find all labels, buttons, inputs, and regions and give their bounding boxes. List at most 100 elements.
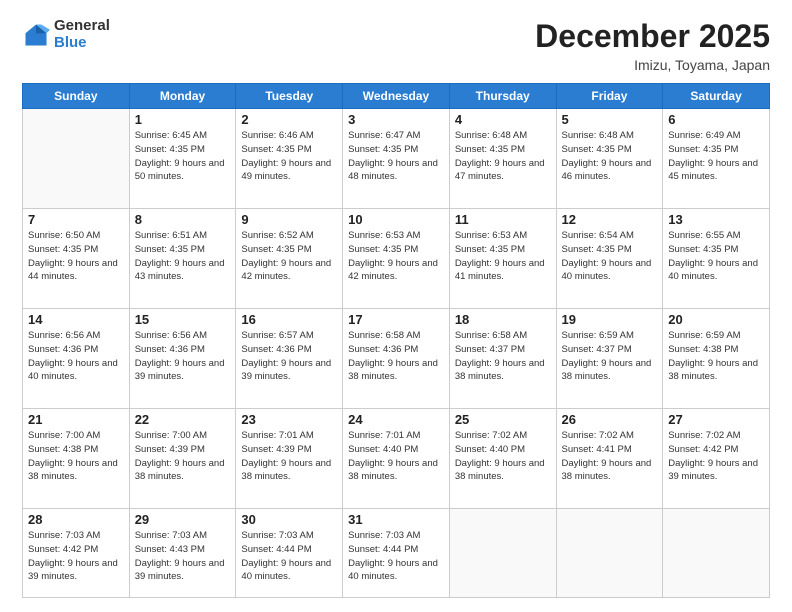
calendar-cell — [23, 109, 130, 209]
calendar-cell: 22 Sunrise: 7:00 AMSunset: 4:39 PMDayligh… — [129, 409, 236, 509]
cell-info: Sunrise: 6:47 AMSunset: 4:35 PMDaylight:… — [348, 129, 444, 184]
cell-info: Sunrise: 6:59 AMSunset: 4:38 PMDaylight:… — [668, 329, 764, 384]
calendar-cell: 21 Sunrise: 7:00 AMSunset: 4:38 PMDayligh… — [23, 409, 130, 509]
day-number: 11 — [455, 212, 551, 227]
calendar-cell: 15Sunrise: 6:56 AMSunset: 4:36 PMDayligh… — [129, 309, 236, 409]
day-number: 7 — [28, 212, 124, 227]
day-number: 4 — [455, 112, 551, 127]
day-number: 2 — [241, 112, 337, 127]
calendar-cell: 25 Sunrise: 7:02 AMSunset: 4:40 PMDayligh… — [449, 409, 556, 509]
calendar-cell: 31 Sunrise: 7:03 AMSunset: 4:44 PMDayligh… — [343, 509, 450, 598]
day-number: 25 — [455, 412, 551, 427]
day-number: 31 — [348, 512, 444, 527]
calendar-table: SundayMondayTuesdayWednesdayThursdayFrid… — [22, 83, 770, 598]
cell-info: Sunrise: 6:53 AMSunset: 4:35 PMDaylight:… — [348, 229, 444, 284]
cell-info: Sunrise: 6:57 AMSunset: 4:36 PMDaylight:… — [241, 329, 337, 384]
calendar-cell: 5 Sunrise: 6:48 AMSunset: 4:35 PMDaylight… — [556, 109, 663, 209]
cell-info: Sunrise: 7:01 AMSunset: 4:39 PMDaylight:… — [241, 429, 337, 484]
cell-info: Sunrise: 6:48 AMSunset: 4:35 PMDaylight:… — [562, 129, 658, 184]
calendar-cell: 20 Sunrise: 6:59 AMSunset: 4:38 PMDayligh… — [663, 309, 770, 409]
cell-info: Sunrise: 7:03 AMSunset: 4:44 PMDaylight:… — [348, 529, 444, 584]
day-number: 22 — [135, 412, 231, 427]
calendar-cell: 27Sunrise: 7:02 AMSunset: 4:42 PMDayligh… — [663, 409, 770, 509]
day-number: 20 — [668, 312, 764, 327]
cell-info: Sunrise: 7:03 AMSunset: 4:42 PMDaylight:… — [28, 529, 124, 584]
calendar-cell: 4Sunrise: 6:48 AMSunset: 4:35 PMDaylight… — [449, 109, 556, 209]
day-number: 23 — [241, 412, 337, 427]
calendar-week-row: 28 Sunrise: 7:03 AMSunset: 4:42 PMDayligh… — [23, 509, 770, 598]
weekday-header: Sunday — [23, 84, 130, 109]
calendar-cell: 9Sunrise: 6:52 AMSunset: 4:35 PMDaylight… — [236, 209, 343, 309]
calendar-cell: 3Sunrise: 6:47 AMSunset: 4:35 PMDaylight… — [343, 109, 450, 209]
cell-info: Sunrise: 6:59 AMSunset: 4:37 PMDaylight:… — [562, 329, 658, 384]
cell-info: Sunrise: 7:02 AMSunset: 4:41 PMDaylight:… — [562, 429, 658, 484]
day-number: 21 — [28, 412, 124, 427]
day-number: 30 — [241, 512, 337, 527]
calendar-cell: 13 Sunrise: 6:55 AMSunset: 4:35 PMDayligh… — [663, 209, 770, 309]
calendar-cell: 6Sunrise: 6:49 AMSunset: 4:35 PMDaylight… — [663, 109, 770, 209]
cell-info: Sunrise: 7:03 AMSunset: 4:43 PMDaylight:… — [135, 529, 231, 584]
calendar-cell: 11 Sunrise: 6:53 AMSunset: 4:35 PMDayligh… — [449, 209, 556, 309]
day-number: 18 — [455, 312, 551, 327]
calendar-cell: 12 Sunrise: 6:54 AMSunset: 4:35 PMDayligh… — [556, 209, 663, 309]
calendar-cell — [556, 509, 663, 598]
calendar-week-row: 21 Sunrise: 7:00 AMSunset: 4:38 PMDayligh… — [23, 409, 770, 509]
cell-info: Sunrise: 6:58 AMSunset: 4:36 PMDaylight:… — [348, 329, 444, 384]
day-number: 1 — [135, 112, 231, 127]
calendar-cell: 16 Sunrise: 6:57 AMSunset: 4:36 PMDayligh… — [236, 309, 343, 409]
cell-info: Sunrise: 6:51 AMSunset: 4:35 PMDaylight:… — [135, 229, 231, 284]
day-number: 16 — [241, 312, 337, 327]
weekday-header: Saturday — [663, 84, 770, 109]
calendar-cell — [663, 509, 770, 598]
day-number: 5 — [562, 112, 658, 127]
logo: General Blue — [22, 18, 110, 51]
cell-info: Sunrise: 6:53 AMSunset: 4:35 PMDaylight:… — [455, 229, 551, 284]
calendar-cell — [449, 509, 556, 598]
calendar-cell: 19 Sunrise: 6:59 AMSunset: 4:37 PMDayligh… — [556, 309, 663, 409]
day-number: 13 — [668, 212, 764, 227]
calendar-week-row: 14 Sunrise: 6:56 AMSunset: 4:36 PMDayligh… — [23, 309, 770, 409]
day-number: 28 — [28, 512, 124, 527]
day-number: 8 — [135, 212, 231, 227]
calendar-cell: 1 Sunrise: 6:45 AMSunset: 4:35 PMDaylight… — [129, 109, 236, 209]
cell-info: Sunrise: 6:54 AMSunset: 4:35 PMDaylight:… — [562, 229, 658, 284]
page: General Blue December 2025 Imizu, Toyama… — [0, 0, 792, 612]
logo-icon — [22, 21, 50, 49]
header: General Blue December 2025 Imizu, Toyama… — [22, 18, 770, 73]
title-block: December 2025 Imizu, Toyama, Japan — [535, 18, 770, 73]
cell-info: Sunrise: 6:56 AMSunset: 4:36 PMDaylight:… — [135, 329, 231, 384]
calendar-cell: 30 Sunrise: 7:03 AMSunset: 4:44 PMDayligh… — [236, 509, 343, 598]
cell-info: Sunrise: 6:45 AMSunset: 4:35 PMDaylight:… — [135, 129, 231, 184]
cell-info: Sunrise: 6:55 AMSunset: 4:35 PMDaylight:… — [668, 229, 764, 284]
cell-info: Sunrise: 6:56 AMSunset: 4:36 PMDaylight:… — [28, 329, 124, 384]
calendar-cell: 10 Sunrise: 6:53 AMSunset: 4:35 PMDayligh… — [343, 209, 450, 309]
day-number: 12 — [562, 212, 658, 227]
calendar-cell: 8 Sunrise: 6:51 AMSunset: 4:35 PMDaylight… — [129, 209, 236, 309]
day-number: 26 — [562, 412, 658, 427]
cell-info: Sunrise: 6:52 AMSunset: 4:35 PMDaylight:… — [241, 229, 337, 284]
weekday-header: Tuesday — [236, 84, 343, 109]
calendar-cell: 29Sunrise: 7:03 AMSunset: 4:43 PMDayligh… — [129, 509, 236, 598]
cell-info: Sunrise: 6:49 AMSunset: 4:35 PMDaylight:… — [668, 129, 764, 184]
calendar-cell: 14 Sunrise: 6:56 AMSunset: 4:36 PMDayligh… — [23, 309, 130, 409]
calendar-location: Imizu, Toyama, Japan — [535, 57, 770, 73]
logo-text: General Blue — [54, 18, 110, 51]
day-number: 10 — [348, 212, 444, 227]
cell-info: Sunrise: 7:00 AMSunset: 4:39 PMDaylight:… — [135, 429, 231, 484]
weekday-header: Wednesday — [343, 84, 450, 109]
cell-info: Sunrise: 7:00 AMSunset: 4:38 PMDaylight:… — [28, 429, 124, 484]
cell-info: Sunrise: 6:46 AMSunset: 4:35 PMDaylight:… — [241, 129, 337, 184]
day-number: 19 — [562, 312, 658, 327]
weekday-header: Monday — [129, 84, 236, 109]
calendar-cell: 28 Sunrise: 7:03 AMSunset: 4:42 PMDayligh… — [23, 509, 130, 598]
calendar-cell: 18Sunrise: 6:58 AMSunset: 4:37 PMDayligh… — [449, 309, 556, 409]
calendar-cell: 23 Sunrise: 7:01 AMSunset: 4:39 PMDayligh… — [236, 409, 343, 509]
day-number: 27 — [668, 412, 764, 427]
day-number: 14 — [28, 312, 124, 327]
calendar-title: December 2025 — [535, 18, 770, 55]
weekday-header: Thursday — [449, 84, 556, 109]
day-number: 17 — [348, 312, 444, 327]
cell-info: Sunrise: 7:03 AMSunset: 4:44 PMDaylight:… — [241, 529, 337, 584]
cell-info: Sunrise: 7:02 AMSunset: 4:40 PMDaylight:… — [455, 429, 551, 484]
cell-info: Sunrise: 6:50 AMSunset: 4:35 PMDaylight:… — [28, 229, 124, 284]
